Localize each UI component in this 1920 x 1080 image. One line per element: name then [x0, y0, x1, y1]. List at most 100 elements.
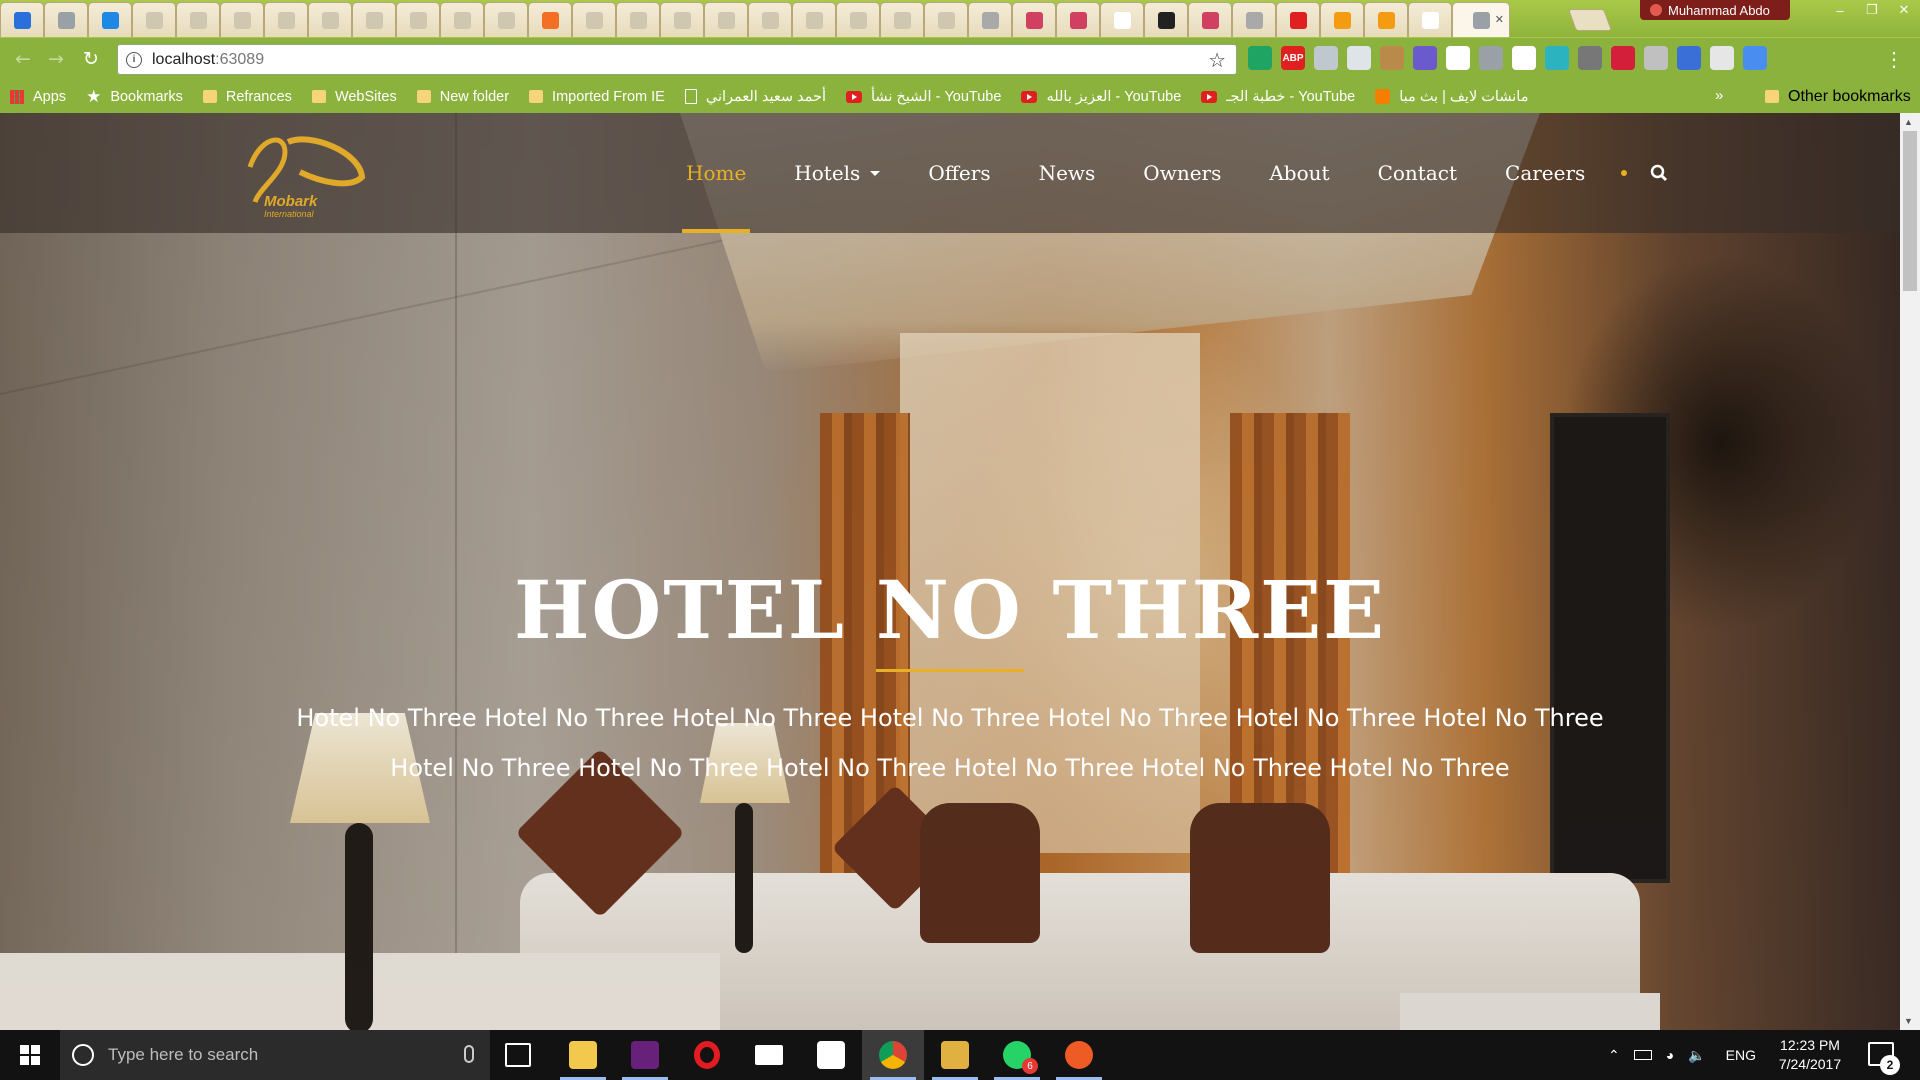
clock[interactable]: 12:23 PM 7/24/2017 — [1762, 1036, 1858, 1074]
microphone-icon[interactable] — [464, 1045, 474, 1063]
scroll-up-icon[interactable]: ▲ — [1904, 117, 1913, 127]
nav-item-about[interactable]: About — [1245, 113, 1353, 233]
browser-tab[interactable] — [836, 2, 880, 37]
taskbar-app[interactable] — [614, 1030, 676, 1080]
browser-tab[interactable] — [1144, 2, 1188, 37]
bookmark-item[interactable]: WebSites — [302, 89, 407, 105]
info-icon[interactable]: i — [126, 51, 142, 68]
nav-item-hotels[interactable]: Hotels — [770, 113, 904, 233]
browser-tab[interactable] — [220, 2, 264, 37]
browser-tab[interactable] — [660, 2, 704, 37]
browser-tab[interactable] — [484, 2, 528, 37]
browser-tab[interactable] — [572, 2, 616, 37]
browser-tab[interactable] — [0, 2, 44, 37]
browser-tab[interactable] — [880, 2, 924, 37]
new-tab-button[interactable] — [1567, 9, 1613, 31]
extension-icon[interactable] — [1512, 46, 1536, 70]
taskbar-app[interactable] — [738, 1030, 800, 1080]
bookmark-item[interactable]: خطبة الجـ - YouTube — [1191, 89, 1365, 105]
nav-item-contact[interactable]: Contact — [1354, 113, 1481, 233]
browser-tab[interactable] — [968, 2, 1012, 37]
language-indicator[interactable]: ENG — [1726, 1047, 1756, 1063]
extension-icon[interactable] — [1347, 46, 1371, 70]
back-button[interactable]: ← — [12, 48, 34, 70]
nav-item-news[interactable]: News — [1015, 113, 1120, 233]
browser-tab[interactable]: ✕ — [1452, 2, 1510, 37]
browser-tab[interactable] — [1012, 2, 1056, 37]
bookmarks-overflow-button[interactable]: » — [1715, 87, 1723, 104]
browser-tab[interactable] — [1056, 2, 1100, 37]
wifi-icon[interactable]: ◕ — [1666, 1047, 1674, 1063]
browser-tab[interactable] — [440, 2, 484, 37]
restore-button[interactable]: ❐ — [1856, 0, 1888, 20]
taskbar-app[interactable] — [924, 1030, 986, 1080]
browser-tab[interactable] — [396, 2, 440, 37]
forward-button[interactable]: → — [45, 48, 67, 70]
task-view-button[interactable] — [505, 1043, 531, 1067]
nav-item-careers[interactable]: Careers — [1481, 113, 1609, 233]
extension-icon[interactable] — [1578, 46, 1602, 70]
chevron-up-icon[interactable]: ⌃ — [1608, 1047, 1620, 1064]
nav-item-offers[interactable]: Offers — [904, 113, 1014, 233]
scroll-down-icon[interactable]: ▼ — [1904, 1016, 1913, 1026]
browser-tab[interactable] — [1100, 2, 1144, 37]
extension-icon[interactable] — [1611, 46, 1635, 70]
extension-icon[interactable] — [1677, 46, 1701, 70]
adblock-icon[interactable]: ABP — [1281, 46, 1305, 70]
browser-tab[interactable] — [308, 2, 352, 37]
scroll-thumb[interactable] — [1903, 131, 1917, 291]
extension-icon[interactable] — [1446, 46, 1470, 70]
extension-icon[interactable] — [1479, 46, 1503, 70]
reload-button[interactable]: ↻ — [80, 48, 102, 70]
extension-icon[interactable] — [1644, 46, 1668, 70]
browser-tab[interactable] — [792, 2, 836, 37]
chrome-menu-icon[interactable]: ⋮ — [1884, 47, 1904, 72]
bookmark-item[interactable]: أحمد سعيد العمراني — [675, 89, 836, 105]
taskbar-app[interactable] — [1048, 1030, 1110, 1080]
browser-tab[interactable] — [132, 2, 176, 37]
taskbar-app[interactable]: 6 — [986, 1030, 1048, 1080]
extension-icon[interactable] — [1743, 46, 1767, 70]
bookmark-star-icon[interactable]: ☆ — [1208, 48, 1226, 73]
browser-tab[interactable] — [44, 2, 88, 37]
browser-tab[interactable] — [616, 2, 660, 37]
bookmark-item[interactable]: Apps — [0, 89, 76, 105]
close-tab-icon[interactable]: ✕ — [1495, 13, 1504, 26]
bookmark-item[interactable]: ★ Bookmarks — [76, 87, 193, 107]
browser-tab[interactable] — [88, 2, 132, 37]
browser-tab[interactable] — [1408, 2, 1452, 37]
battery-icon[interactable] — [1633, 1050, 1652, 1060]
bookmark-item[interactable]: العزيز بالله - YouTube — [1011, 89, 1191, 105]
extension-icon[interactable] — [1380, 46, 1404, 70]
bookmark-item[interactable]: الشيخ نشأ - YouTube — [836, 89, 1011, 105]
extension-icon[interactable] — [1314, 46, 1338, 70]
extension-icon[interactable] — [1545, 46, 1569, 70]
browser-tab[interactable] — [704, 2, 748, 37]
bookmark-item[interactable]: مانشات لايف | بث مبا — [1365, 89, 1538, 105]
taskbar-app[interactable] — [862, 1030, 924, 1080]
taskbar-app[interactable] — [552, 1030, 614, 1080]
minimize-button[interactable]: – — [1824, 0, 1856, 20]
taskbar-app[interactable] — [800, 1030, 862, 1080]
browser-tab[interactable] — [1320, 2, 1364, 37]
browser-tab[interactable] — [1276, 2, 1320, 37]
extension-icon[interactable] — [1248, 46, 1272, 70]
start-button[interactable] — [0, 1030, 60, 1080]
extension-icon[interactable] — [1710, 46, 1734, 70]
bookmark-item[interactable]: Refrances — [193, 89, 302, 105]
search-icon[interactable] — [1647, 161, 1671, 185]
browser-tab[interactable] — [352, 2, 396, 37]
browser-tab[interactable] — [528, 2, 572, 37]
other-bookmarks-folder[interactable]: Other bookmarks — [1755, 80, 1920, 113]
nav-item-home[interactable]: Home — [662, 113, 770, 233]
close-window-button[interactable]: ✕ — [1888, 0, 1920, 20]
page-scrollbar[interactable]: ▲ ▼ — [1900, 113, 1920, 1030]
nav-item-owners[interactable]: Owners — [1119, 113, 1245, 233]
volume-icon[interactable]: 🔈 — [1688, 1047, 1705, 1064]
browser-tab[interactable] — [264, 2, 308, 37]
bookmark-item[interactable]: Imported From IE — [519, 89, 675, 105]
browser-tab[interactable] — [1232, 2, 1276, 37]
taskbar-search-box[interactable]: Type here to search — [60, 1030, 490, 1080]
address-bar[interactable]: i localhost:63089 ☆ — [117, 44, 1237, 75]
browser-tab[interactable] — [748, 2, 792, 37]
